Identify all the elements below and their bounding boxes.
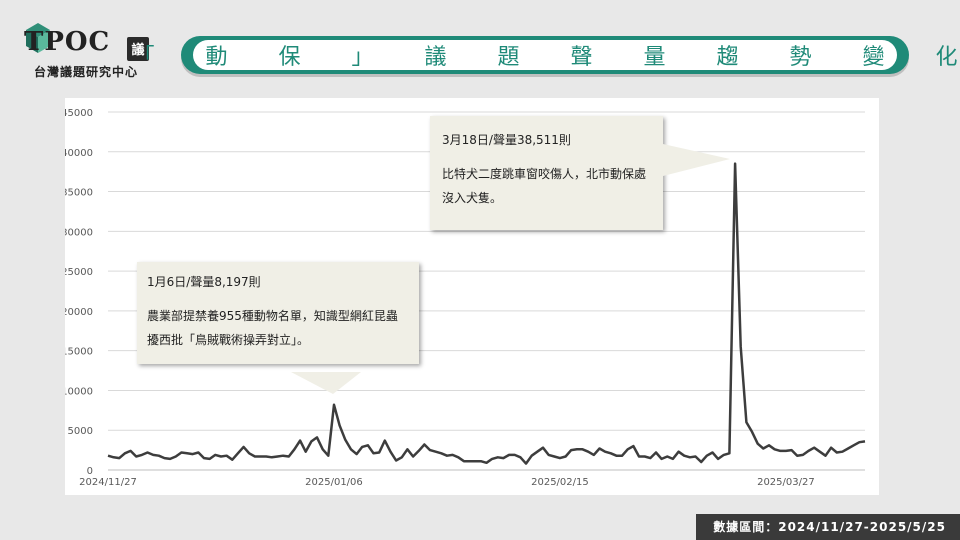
- y-tick-label: 20000: [65, 307, 93, 318]
- title-banner-inner: 「 動 保 」 議 題 聲 量 趨 勢 變 化: [133, 40, 957, 70]
- x-tick-label: 2024/11/27: [79, 477, 137, 488]
- callout-heading: 1月6日/聲量8,197則: [147, 275, 261, 289]
- page-title: 「 動 保 」 議 題 聲 量 趨 勢 變 化: [132, 45, 960, 70]
- callout-body: 比特犬二度跳車窗咬傷人，北市動保處沒入犬隻。: [442, 167, 647, 205]
- callout-body: 農業部提禁養955種動物名單，知識型網紅昆蟲擾西批「鳥賊戰術操弄對立」。: [147, 309, 398, 347]
- y-tick-label: 25000: [65, 267, 93, 278]
- y-tick-label: 30000: [65, 227, 93, 238]
- y-tick-label: 15000: [65, 347, 93, 358]
- annotation-callout-mar18: 3月18日/聲量38,511則 比特犬二度跳車窗咬傷人，北市動保處沒入犬隻。: [430, 116, 663, 230]
- chart-panel: 0 5000 10000 15000 20000 25000 30000 35000 40000…: [65, 98, 879, 495]
- title-banner: 「 動 保 」 議 題 聲 量 趨 勢 變 化: [133, 36, 957, 74]
- x-tick-label: 2025/01/06: [305, 477, 363, 488]
- annotation-callout-jan6: 1月6日/聲量8,197則 農業部提禁養955種動物名單，知識型網紅昆蟲擾西批「…: [137, 262, 419, 364]
- y-tick-label: 0: [87, 466, 93, 477]
- y-tick-label: 35000: [65, 188, 93, 199]
- x-tick-label: 2025/03/27: [757, 477, 815, 488]
- logo-subtitle: 台灣議題研究中心: [34, 65, 139, 79]
- callout-heading: 3月18日/聲量38,511則: [442, 133, 571, 147]
- y-tick-label: 45000: [65, 108, 93, 119]
- data-range-footer: 數據區間：2024/11/27-2025/5/25: [696, 514, 960, 540]
- y-tick-label: 40000: [65, 148, 93, 159]
- y-tick-label: 10000: [65, 386, 93, 397]
- y-tick-label: 5000: [68, 426, 93, 437]
- x-tick-label: 2025/02/15: [531, 477, 589, 488]
- logo-text: TPOC: [24, 27, 111, 57]
